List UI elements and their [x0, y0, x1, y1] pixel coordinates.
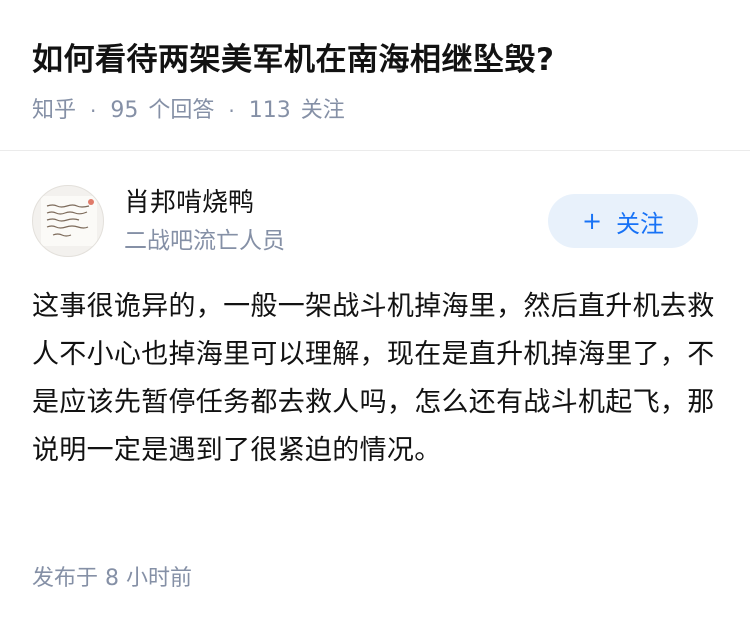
- author-name[interactable]: 肖邦啃烧鸭: [124, 185, 254, 221]
- follower-count-label[interactable]: 关注: [301, 96, 345, 126]
- meta-separator: ·: [90, 99, 97, 123]
- answer-count-label[interactable]: 个回答: [148, 96, 214, 126]
- handwritten-note-avatar-icon: [41, 196, 97, 246]
- answer-content[interactable]: 这事很诡异的，一般一架战斗机掉海里，然后直升机去救人不小心也掉海里可以理解，现在…: [0, 283, 750, 475]
- publish-time: 发布于 8 小时前: [32, 566, 192, 591]
- follow-button-label: 关注: [616, 209, 665, 238]
- answer-count: 95: [110, 98, 139, 123]
- question-meta: 知乎 · 95 个回答 · 113 关注: [32, 96, 718, 126]
- question-title[interactable]: 如何看待两架美军机在南海相继坠毁?: [32, 38, 718, 82]
- follow-button[interactable]: + 关注: [548, 194, 698, 248]
- follower-count: 113: [248, 98, 291, 123]
- meta-separator: ·: [228, 99, 235, 123]
- question-header: 如何看待两架美军机在南海相继坠毁? 知乎 · 95 个回答 · 113 关注: [0, 0, 750, 123]
- author-bio: 二战吧流亡人员: [124, 228, 285, 254]
- avatar[interactable]: [32, 185, 104, 257]
- source-label[interactable]: 知乎: [32, 96, 76, 126]
- plus-icon: +: [581, 207, 603, 235]
